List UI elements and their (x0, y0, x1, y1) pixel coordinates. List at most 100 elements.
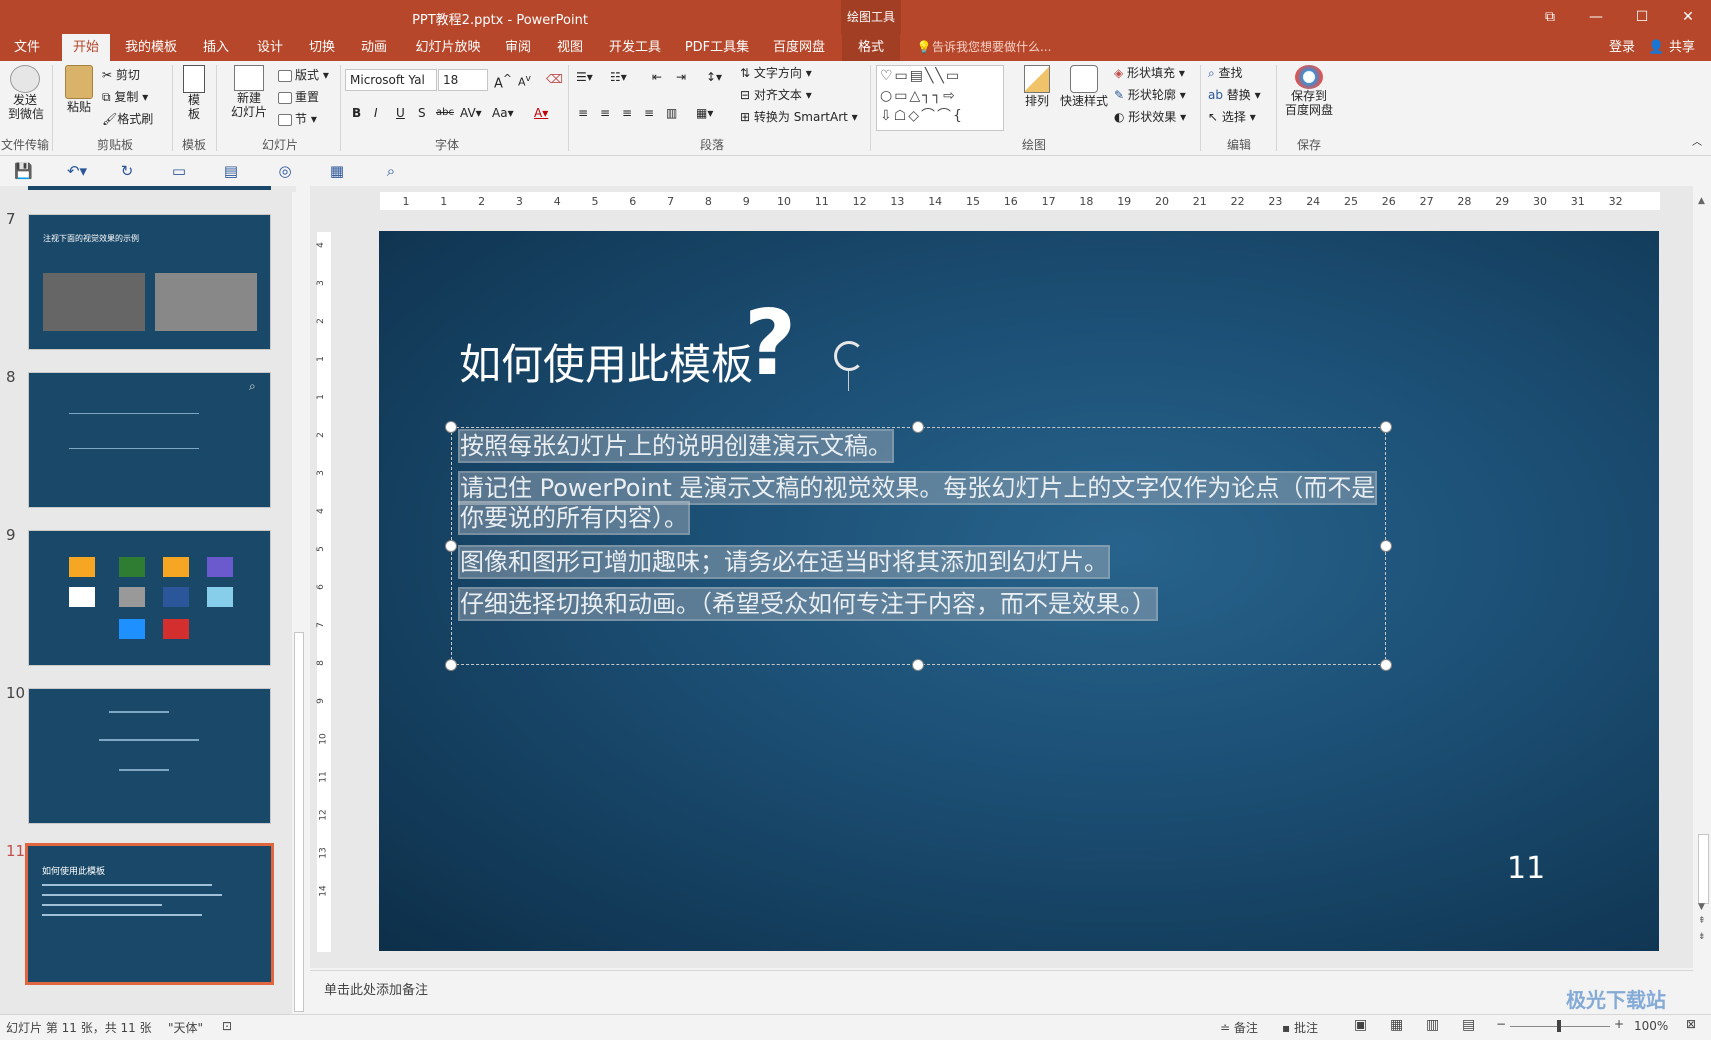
share-button[interactable]: 共享 (1664, 34, 1700, 61)
resize-handle[interactable] (1380, 540, 1392, 552)
shape-fill-button[interactable]: ◈ 形状填充 ▾ (1114, 65, 1185, 81)
resize-handle[interactable] (912, 421, 924, 433)
slide-thumb-11[interactable]: 如何使用此模板 (25, 843, 274, 985)
notes-placeholder[interactable]: 单击此处添加备注 (324, 979, 428, 998)
replace-button[interactable]: ab 替换 ▾ (1208, 87, 1261, 103)
smartart-button[interactable]: ⊞ 转换为 SmartArt ▾ (740, 109, 858, 125)
arrange-button[interactable]: 排列 (1020, 65, 1054, 131)
reading-view-icon[interactable]: ▥ (1426, 1017, 1439, 1033)
resize-handle[interactable] (445, 421, 457, 433)
minimize-button[interactable]: — (1573, 0, 1619, 34)
scroll-down-icon[interactable]: ▼ (1698, 902, 1705, 912)
shrink-font-icon[interactable]: Av (518, 71, 531, 91)
bold-icon[interactable]: B (352, 105, 361, 121)
tab-insert[interactable]: 插入 (192, 34, 240, 61)
increase-indent-icon[interactable]: ⇥ (676, 69, 686, 85)
zoom-preview-icon[interactable]: ⌕ (382, 163, 400, 179)
resize-handle[interactable] (445, 540, 457, 552)
tab-baidu-netdisk[interactable]: 百度网盘 (766, 34, 832, 61)
italic-icon[interactable]: I (374, 105, 378, 121)
thumbnail-scrollbar[interactable] (292, 192, 306, 1016)
quick-styles-button[interactable]: 快速样式 (1058, 65, 1110, 131)
bullet-3[interactable]: 图像和图形可增加趣味；请务必在适当时将其添加到幻灯片。 (458, 545, 1110, 579)
line-spacing-icon[interactable]: ↕▾ (706, 69, 722, 85)
resize-handle[interactable] (1380, 659, 1392, 671)
resize-handle[interactable] (912, 659, 924, 671)
shapes-gallery[interactable]: ♡▭▤╲╲▭ ○▭△┐┐⇨ ⇩☖◇⌒⌒{ (876, 65, 1004, 131)
zoom-slider-thumb[interactable] (1557, 1020, 1561, 1032)
tab-pdf-tools[interactable]: PDF工具集 (682, 34, 752, 61)
scroll-up-icon[interactable]: ▲ (1698, 196, 1705, 206)
font-color-icon[interactable]: A▾ (534, 105, 548, 121)
copy-button[interactable]: ⧉ 复制 ▾ (102, 89, 148, 105)
vertical-ruler[interactable]: 4 3 2 1 1 2 3 4 5 6 7 8 9 10 11 12 13 14 (316, 232, 331, 952)
print-preview-icon[interactable]: ▤ (222, 163, 240, 179)
slide-thumb-10[interactable] (28, 688, 271, 824)
slide-thumb-9[interactable] (28, 530, 271, 666)
align-text-button[interactable]: ⊟ 对齐文本 ▾ (740, 87, 812, 103)
tab-review[interactable]: 审阅 (494, 34, 542, 61)
slideshow-icon[interactable]: ▤ (1462, 1017, 1475, 1033)
next-slide-icon[interactable]: ⇟ (1698, 932, 1706, 942)
justify-icon[interactable]: ≡ (644, 105, 654, 121)
notes-toggle[interactable]: ≐ 备注 (1220, 1019, 1258, 1036)
bullet-2[interactable]: 请记住 PowerPoint 是演示文稿的视觉效果。每张幻灯片上的文字仅作为论点… (457, 471, 1378, 505)
zoom-level[interactable]: 100% (1634, 1019, 1668, 1033)
save-icon[interactable]: 💾 (14, 163, 33, 179)
redo-icon[interactable]: ↻ (118, 163, 136, 179)
canvas-scrollbar[interactable]: ▲ ▼ ⇞ ⇟ (1696, 192, 1711, 952)
comments-toggle[interactable]: ▪ 批注 (1282, 1019, 1318, 1036)
format-painter-button[interactable]: 🖌格式刷 (102, 111, 153, 127)
scroll-thumb[interactable] (1698, 834, 1709, 904)
tab-format[interactable]: 格式 (842, 34, 900, 61)
align-center-icon[interactable]: ≡ (600, 105, 610, 121)
shape-outline-button[interactable]: ✎ 形状轮廓 ▾ (1114, 87, 1186, 103)
bullet-4[interactable]: 仔细选择切换和动画。（希望受众如何专注于内容，而不是效果。） (458, 587, 1158, 621)
tab-my-templates[interactable]: 我的模板 (118, 34, 184, 61)
distribute-icon[interactable]: ▥ (666, 105, 677, 121)
resize-handle[interactable] (1380, 421, 1392, 433)
shape-effect-button[interactable]: ◐ 形状效果 ▾ (1114, 109, 1186, 125)
slide-sorter-icon[interactable]: ▦ (1390, 1017, 1403, 1033)
section-button[interactable]: 节 ▾ (278, 111, 317, 127)
close-button[interactable]: ✕ (1665, 0, 1711, 34)
bullet-1[interactable]: 按照每张幻灯片上的说明创建演示文稿。 (458, 429, 894, 463)
zoom-in-icon[interactable]: + (1614, 1017, 1624, 1031)
align-right-icon[interactable]: ≡ (622, 105, 632, 121)
tab-home[interactable]: 开始 (62, 34, 110, 61)
text-direction-button[interactable]: ⇅ 文字方向 ▾ (740, 65, 812, 81)
new-slide-button[interactable]: 新建 幻灯片 (224, 65, 274, 133)
tab-slideshow[interactable]: 幻灯片放映 (410, 34, 486, 61)
scroll-thumb[interactable] (294, 632, 304, 1012)
slide-thumb-8[interactable]: ⌕ (28, 372, 271, 508)
maximize-button[interactable]: ☐ (1619, 0, 1665, 34)
tab-file[interactable]: 文件 (0, 34, 54, 61)
normal-view-icon[interactable]: ▣ (1354, 1017, 1367, 1033)
shadow-icon[interactable]: S (418, 105, 426, 121)
slide-canvas[interactable]: 如何使用此模板 ? 按照每张幻灯片上的说明创建演示文稿。 请记住 PowerPo… (379, 231, 1659, 951)
char-spacing-icon[interactable]: AV▾ (460, 105, 482, 121)
text-box-selection[interactable] (451, 427, 1386, 665)
undo-icon[interactable]: ↶▾ (62, 163, 92, 179)
fit-to-window-icon[interactable]: ⊠ (1686, 1017, 1696, 1031)
from-beginning-icon[interactable]: ▭ (170, 163, 188, 179)
rotate-handle-icon[interactable] (834, 341, 864, 371)
restore-ribbon-icon[interactable]: ⧉ (1527, 0, 1573, 34)
horizontal-ruler[interactable]: 1 1 2 3 4 5 6 7 8 9 10 11 12 13 14 15 16 17 18 19 20 21 22 23 24… (380, 192, 1660, 210)
underline-icon[interactable]: U (396, 105, 405, 121)
notes-pane[interactable]: 单击此处添加备注 (310, 970, 1693, 1014)
tab-design[interactable]: 设计 (246, 34, 294, 61)
grow-font-icon[interactable]: A^ (494, 71, 512, 92)
save-to-baidu-button[interactable]: 保存到 百度网盘 (1282, 65, 1336, 131)
font-size-select[interactable]: 18 (438, 69, 488, 91)
tab-transitions[interactable]: 切换 (298, 34, 346, 61)
find-button[interactable]: ⌕ 查找 (1208, 65, 1243, 81)
prev-slide-icon[interactable]: ⇞ (1698, 916, 1706, 926)
change-case-icon[interactable]: Aa▾ (492, 105, 514, 121)
zoom-out-icon[interactable]: − (1496, 1017, 1506, 1031)
tab-animations[interactable]: 动画 (350, 34, 398, 61)
clear-format-icon[interactable]: ⌫ (546, 71, 563, 87)
spell-check-icon[interactable]: ⊡ (222, 1019, 232, 1033)
slide-thumb-7[interactable]: 注视下面的视觉效果的示例 (28, 214, 271, 350)
slide-title[interactable]: 如何使用此模板 (459, 331, 753, 392)
